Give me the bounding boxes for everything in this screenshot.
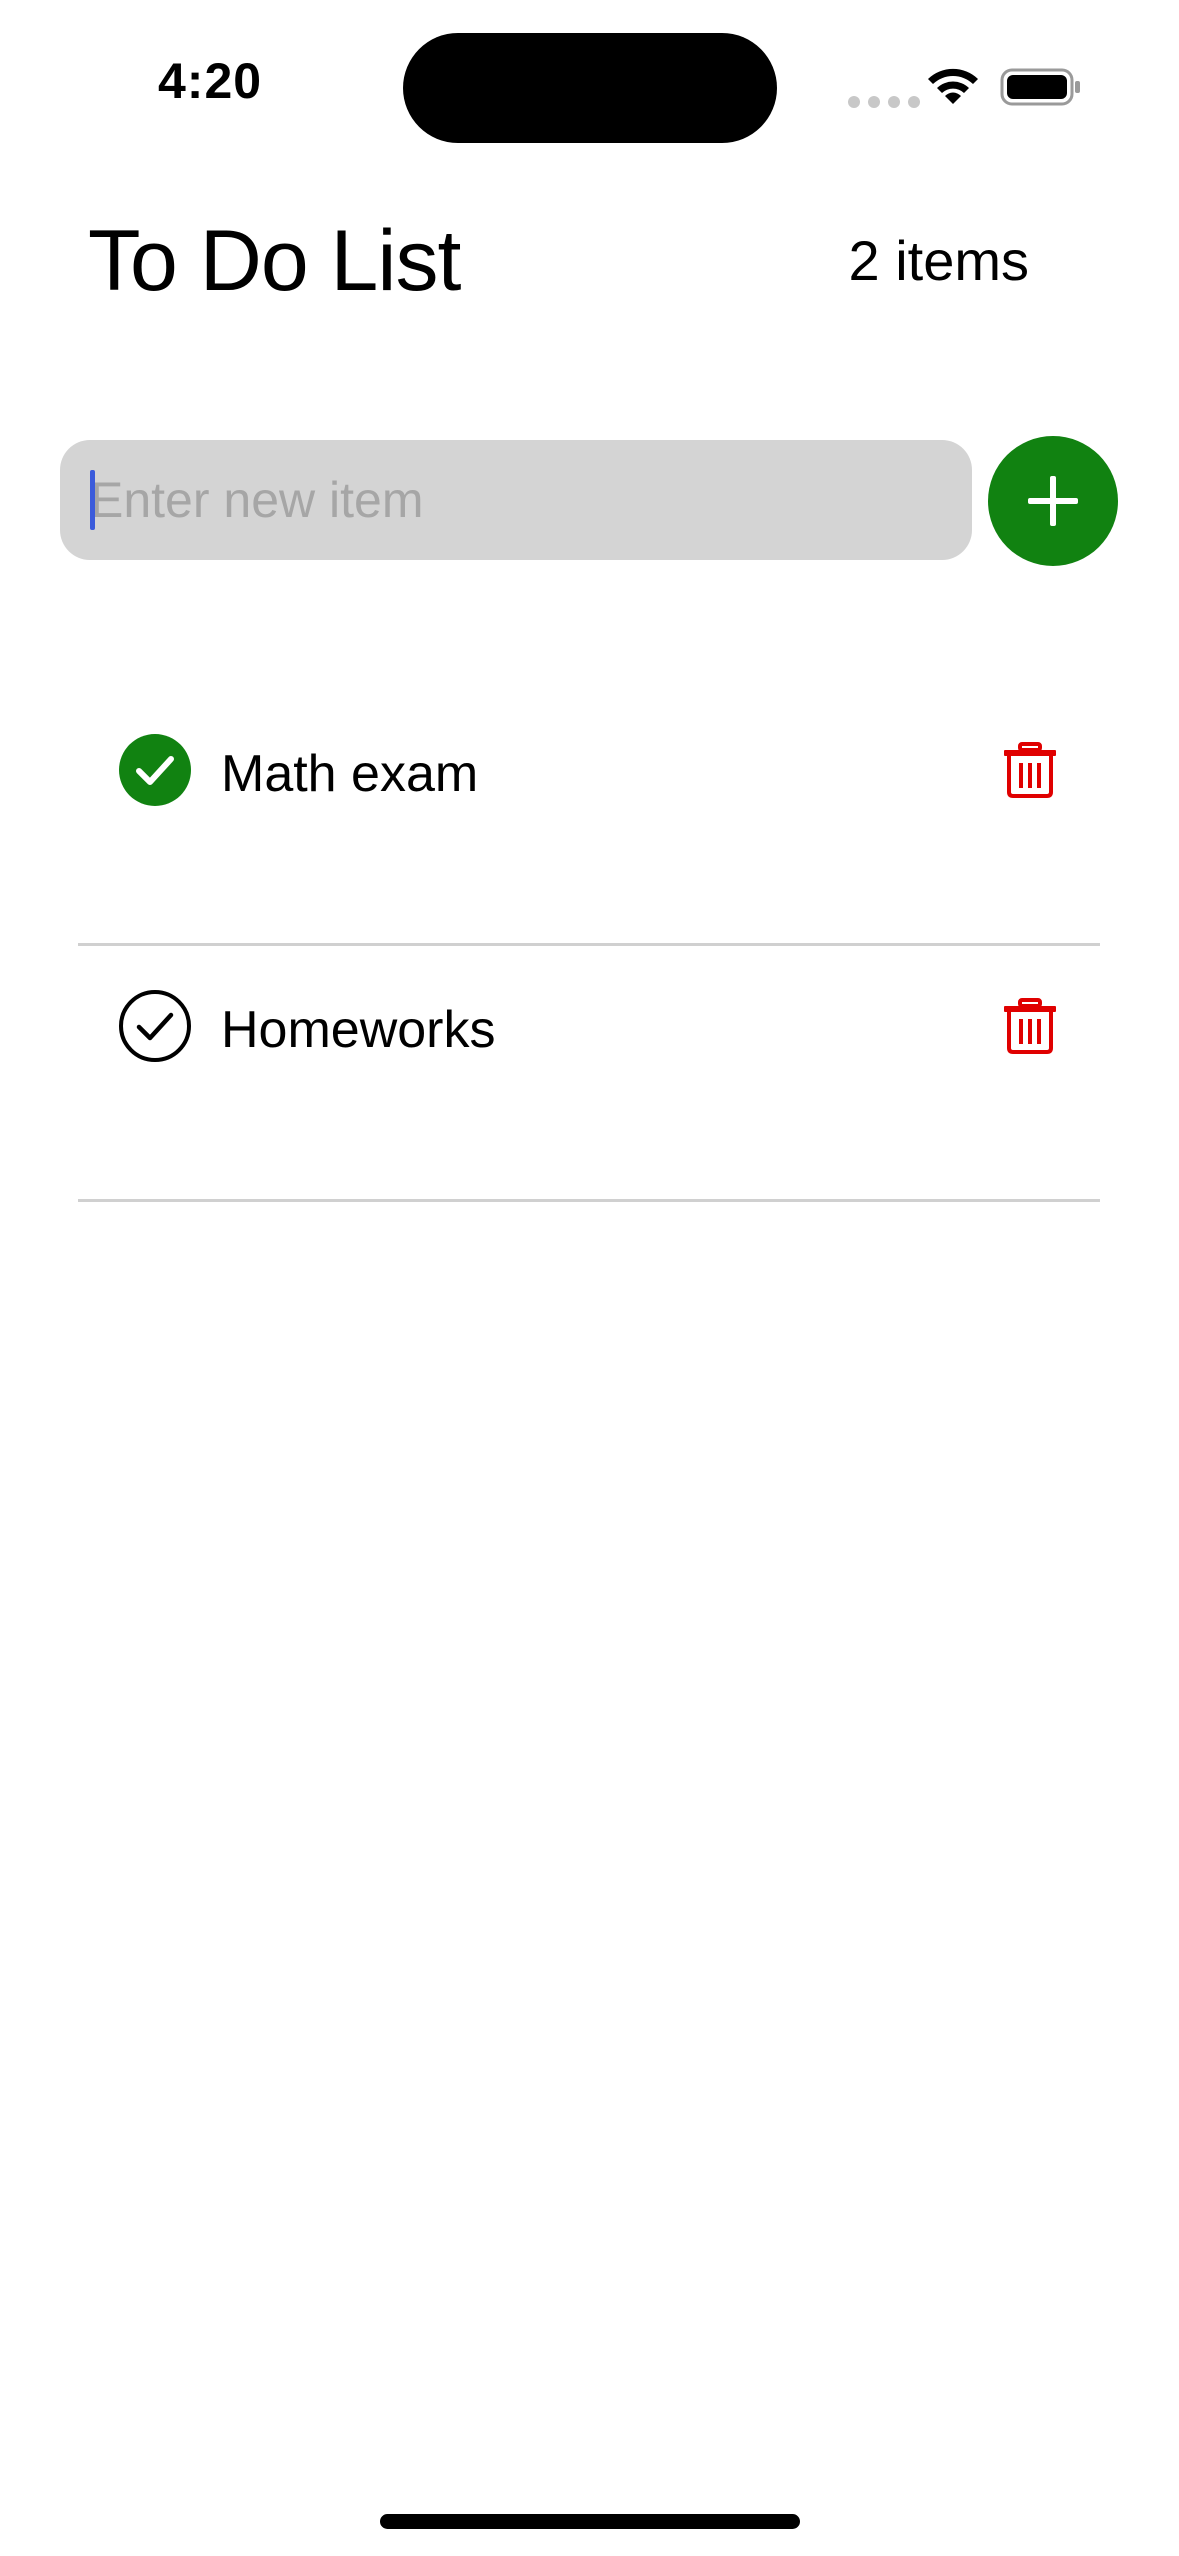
- home-indicator[interactable]: [380, 2514, 800, 2529]
- dynamic-island: [403, 33, 777, 143]
- add-item-button[interactable]: [988, 436, 1118, 566]
- item-count: 2 items: [848, 229, 1030, 292]
- new-item-field-container: [60, 440, 972, 560]
- wifi-icon: [928, 68, 978, 104]
- status-time: 4:20: [158, 53, 263, 109]
- list-item: Homeworks: [78, 946, 1100, 1202]
- screen: 4:20 To Do List 2 items Math exam: [0, 0, 1179, 2556]
- list-item: Math exam: [78, 690, 1100, 946]
- signal-icon: [848, 96, 920, 108]
- item-label: Homeworks: [221, 1001, 496, 1059]
- checked-circle-icon[interactable]: [118, 733, 192, 807]
- todo-list: Math exam Homeworks: [78, 690, 1100, 1202]
- new-item-input[interactable]: [60, 440, 972, 560]
- trash-icon[interactable]: [1002, 742, 1058, 798]
- battery-icon: [1000, 68, 1080, 106]
- page-title: To Do List: [88, 213, 461, 309]
- item-label: Math exam: [221, 745, 479, 803]
- unchecked-circle-icon[interactable]: [118, 989, 192, 1063]
- text-cursor: [90, 470, 95, 530]
- trash-icon[interactable]: [1002, 998, 1058, 1054]
- plus-icon: [1028, 476, 1078, 526]
